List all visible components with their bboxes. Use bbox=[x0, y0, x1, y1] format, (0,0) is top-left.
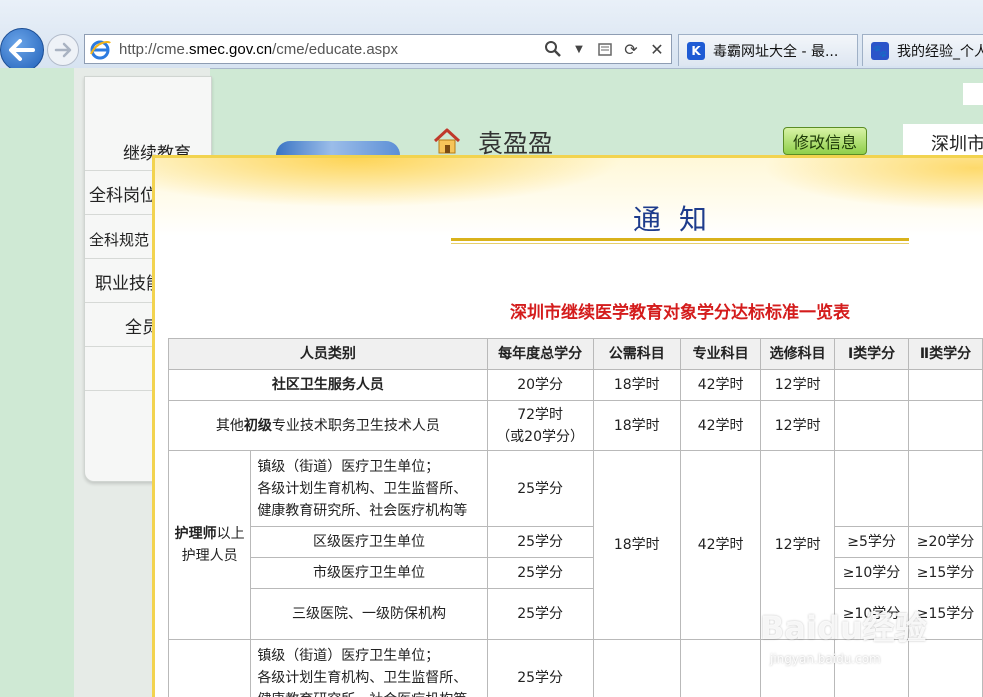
page-margin bbox=[0, 68, 74, 697]
home-icon bbox=[433, 128, 461, 154]
table-cell bbox=[908, 400, 983, 451]
unit-cell: 镇级（街道）医疗卫生单位；各级计划生育机构、卫生监督所、健康教育研究所、社会医疗… bbox=[250, 450, 488, 527]
browser-tab[interactable]: 🐾 我的经验_个人... bbox=[862, 34, 983, 66]
table-cell: 20学分 bbox=[486, 369, 594, 401]
unit-cell: 市级医疗卫生单位 bbox=[250, 557, 488, 589]
forward-button[interactable] bbox=[47, 34, 79, 66]
table-row: 护理师以上 护理人员 镇级（街道）医疗卫生单位； 各级计划生育机构、卫生监督所、 健康… bbox=[167, 450, 983, 640]
edit-info-button[interactable]: 修改信息 bbox=[783, 127, 867, 155]
back-button[interactable] bbox=[0, 28, 44, 72]
table-cell: 25学分 bbox=[486, 526, 594, 558]
title-underline bbox=[451, 243, 909, 244]
table-header-row: 人员类别 每年度总学分 公需科目 专业科目 选修科目 Ⅰ类学分 Ⅱ类学分 bbox=[168, 338, 983, 370]
category-cell: 其他初级专业技术职务卫生技术人员 bbox=[168, 400, 488, 451]
notice-subtitle: 深圳市继续医学教育对象学分达标标准一览表 bbox=[510, 303, 850, 323]
table-cell: 18学时 bbox=[592, 400, 682, 451]
kingsoft-icon: K bbox=[687, 41, 705, 60]
column-header: Ⅱ类学分 bbox=[908, 338, 983, 370]
table-row: 市级医疗卫生单位 25学分 ≥10学分 ≥15学分 bbox=[169, 557, 983, 589]
tab-label: 我的经验_个人... bbox=[897, 43, 983, 60]
table-cell: ≥10学分 bbox=[834, 557, 910, 589]
table-row: 其他初级专业技术职务卫生技术人员 72学时 （或20学分） 18学时 42学时 1… bbox=[168, 400, 983, 451]
unit-cell: 区级医疗卫生单位 bbox=[250, 526, 488, 558]
table-cell bbox=[592, 639, 682, 697]
table-cell: 42学时 bbox=[680, 450, 762, 640]
baidu-paw-icon: 🐾 bbox=[871, 41, 889, 60]
city-label: 深圳市 bbox=[903, 124, 983, 158]
table-cell: ≥20学分 bbox=[908, 526, 983, 558]
category-cell: 社区卫生服务人员 bbox=[168, 369, 488, 401]
address-bar[interactable]: http://cme.smec.gov.cn/cme/educate.aspx … bbox=[84, 34, 672, 64]
table-cell: 25学分 bbox=[486, 639, 594, 697]
search-icon[interactable] bbox=[543, 38, 563, 60]
column-header: 选修科目 bbox=[760, 338, 836, 370]
table-cell: 72学时 （或20学分） bbox=[486, 400, 594, 451]
column-header: Ⅰ类学分 bbox=[834, 338, 910, 370]
table-cell bbox=[834, 369, 910, 401]
browser-tab[interactable]: K 毒霸网址大全 - 最... bbox=[678, 34, 858, 66]
stop-icon[interactable]: ✕ bbox=[647, 38, 667, 60]
table-cell: 42学时 bbox=[680, 369, 762, 401]
table-cell: 18学时 bbox=[592, 450, 682, 640]
table-cell: 42学时 bbox=[680, 400, 762, 451]
unit-cell: 三级医院、一级防保机构 bbox=[250, 588, 488, 640]
unit-cell: 镇级（街道）医疗卫生单位；各级计划生育机构、卫生监督所、健康教育研究所、社会医疗… bbox=[250, 639, 488, 697]
table-cell: 18学时 bbox=[592, 369, 682, 401]
table-cell bbox=[908, 450, 983, 527]
forward-arrow-icon bbox=[54, 42, 72, 58]
table-cell: 12学时 bbox=[760, 369, 836, 401]
url-text: http://cme.smec.gov.cn/cme/educate.aspx bbox=[119, 41, 399, 58]
table-cell: 25学分 bbox=[486, 557, 594, 589]
table-cell bbox=[680, 639, 762, 697]
compatibility-view-icon[interactable] bbox=[595, 38, 615, 60]
table-cell bbox=[834, 450, 910, 527]
baidu-watermark-url: jingyan.baidu.com bbox=[770, 652, 881, 666]
table-cell: ≥15学分 bbox=[908, 557, 983, 589]
column-header: 公需科目 bbox=[592, 338, 682, 370]
baidu-watermark: Baidu经验 bbox=[760, 609, 927, 647]
table-cell: 25学分 bbox=[486, 450, 594, 527]
table-cell bbox=[834, 400, 910, 451]
title-underline bbox=[451, 238, 909, 241]
group-category-cell bbox=[167, 639, 252, 697]
dropdown-arrow-icon[interactable]: ▼ bbox=[569, 38, 589, 60]
column-header: 专业科目 bbox=[680, 338, 762, 370]
table-cell bbox=[908, 369, 983, 401]
table-row: 区级医疗卫生单位 25学分 ≥5学分 ≥20学分 bbox=[169, 526, 983, 558]
group-category-cell: 护理师以上 护理人员 bbox=[167, 450, 252, 640]
notice-header-decoration bbox=[155, 158, 983, 288]
table-cell: 25学分 bbox=[486, 588, 594, 640]
table-cell: 12学时 bbox=[760, 400, 836, 451]
column-header: 每年度总学分 bbox=[486, 338, 594, 370]
table-cell: ≥5学分 bbox=[834, 526, 910, 558]
column-header: 人员类别 bbox=[168, 338, 488, 370]
ie-logo-icon bbox=[90, 40, 111, 60]
notice-title: 通知 bbox=[633, 203, 726, 236]
browser-toolbar: http://cme.smec.gov.cn/cme/educate.aspx … bbox=[0, 0, 983, 72]
tab-label: 毒霸网址大全 - 最... bbox=[713, 43, 839, 60]
table-row: 社区卫生服务人员 20学分 18学时 42学时 12学时 bbox=[168, 369, 983, 401]
refresh-icon[interactable]: ⟳ bbox=[621, 38, 641, 60]
back-arrow-icon bbox=[9, 39, 35, 61]
header-box bbox=[963, 83, 983, 105]
